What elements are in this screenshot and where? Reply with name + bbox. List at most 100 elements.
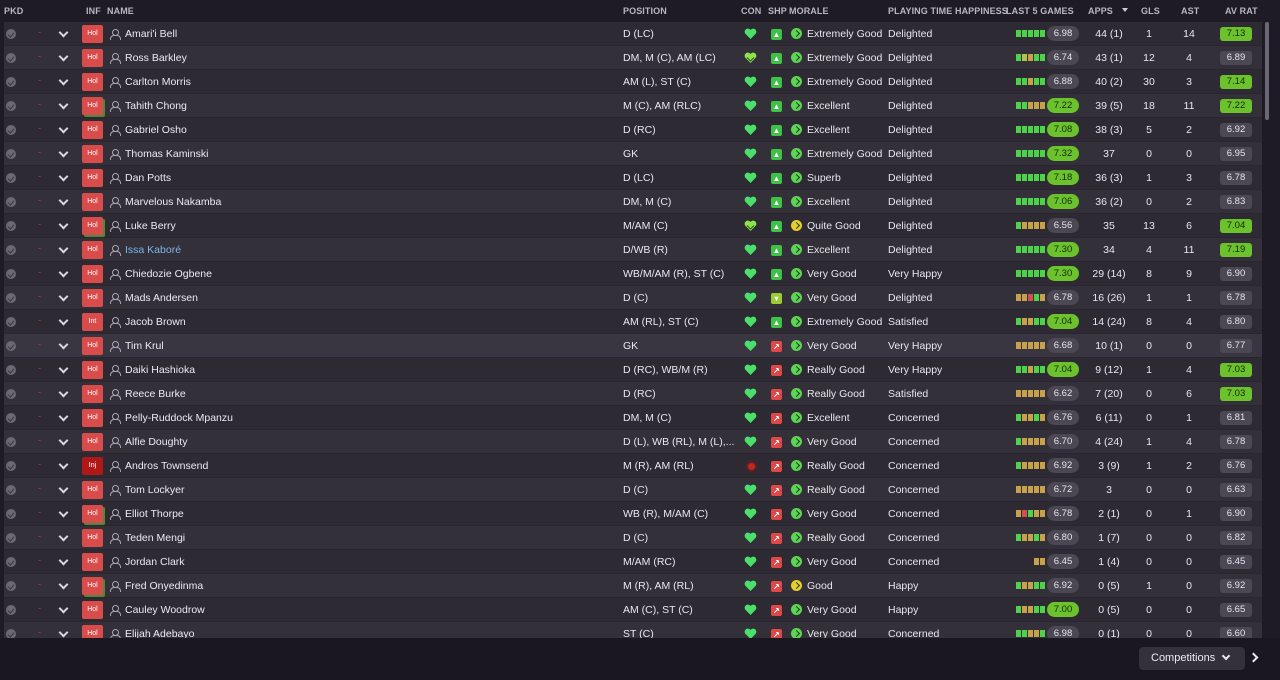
info-badge[interactable]: Hol — [82, 337, 103, 355]
pick-check-icon[interactable] — [6, 605, 16, 615]
chevron-down-icon[interactable] — [58, 339, 69, 350]
scrollbar[interactable] — [1265, 22, 1269, 120]
table-row[interactable]: - Hol Tahith Chong M (C), AM (RLC) ▲ Excellen… — [4, 94, 1262, 118]
col-inf[interactable]: INF — [86, 6, 101, 16]
player-name[interactable]: Pelly-Ruddock Mpanzu — [125, 412, 233, 424]
player-name[interactable]: Reece Burke — [125, 388, 186, 400]
pick-check-icon[interactable] — [6, 149, 16, 159]
table-row[interactable]: - Hol Mads Andersen D (C) ▾ Very Good Delighte… — [4, 286, 1262, 310]
chevron-down-icon[interactable] — [58, 147, 69, 158]
pick-check-icon[interactable] — [6, 269, 16, 279]
col-con[interactable]: CON — [741, 6, 761, 16]
pick-check-icon[interactable] — [6, 437, 16, 447]
chevron-down-icon[interactable] — [58, 363, 69, 374]
chevron-down-icon[interactable] — [58, 435, 69, 446]
table-row[interactable]: - Hol Dan Potts D (LC) ▲ Superb Delighted 7.18 3… — [4, 166, 1262, 190]
player-name[interactable]: Jordan Clark — [125, 556, 185, 568]
table-row[interactable]: - Hol Jordan Clark M/AM (RC) ↗ Very Good Conce… — [4, 550, 1262, 574]
col-morale[interactable]: MORALE — [789, 6, 829, 16]
player-name[interactable]: Daiki Hashioka — [125, 364, 195, 376]
table-row[interactable]: - Hol Elijah Adebayo ST (C) ↗ Very Good Concer… — [4, 622, 1262, 638]
info-badge[interactable]: Hol — [82, 193, 103, 211]
player-name[interactable]: Gabriel Osho — [125, 124, 187, 136]
chevron-down-icon[interactable] — [58, 75, 69, 86]
table-row[interactable]: - Hol Ross Barkley DM, M (C), AM (LC) ▲ Extre… — [4, 46, 1262, 70]
player-name[interactable]: Issa Kaboré — [125, 244, 181, 256]
table-row[interactable]: - Hol Teden Mengi D (C) ↗ Really Good Concerne… — [4, 526, 1262, 550]
info-badge[interactable]: Hol — [82, 553, 103, 571]
pick-check-icon[interactable] — [6, 245, 16, 255]
info-badge[interactable]: Hol — [82, 409, 103, 427]
pick-check-icon[interactable] — [6, 221, 16, 231]
chevron-down-icon[interactable] — [58, 51, 69, 62]
info-badge[interactable]: Hol — [82, 73, 103, 91]
player-name[interactable]: Tim Krul — [125, 340, 164, 352]
table-row[interactable]: - Hol Thomas Kaminski GK ▲ Extremely Good Deli… — [4, 142, 1262, 166]
chevron-down-icon[interactable] — [58, 267, 69, 278]
table-row[interactable]: - Hol Alfie Doughty D (L), WB (RL), M (L),.… — [4, 430, 1262, 454]
chevron-down-icon[interactable] — [58, 531, 69, 542]
table-row[interactable]: - Hol Luke Berry M/AM (C) ▲ Quite Good Delight… — [4, 214, 1262, 238]
col-pkd[interactable]: PKD — [4, 6, 23, 16]
chevron-down-icon[interactable] — [58, 171, 69, 182]
info-badge[interactable]: Hol — [82, 601, 103, 619]
col-playing-time-happiness[interactable]: PLAYING TIME HAPPINESS — [888, 6, 1008, 16]
player-name[interactable]: Alfie Doughty — [125, 436, 187, 448]
col-ast[interactable]: AST — [1181, 6, 1199, 16]
table-row[interactable]: - Hol Daiki Hashioka D (RC), WB/M (R) ↗ Reall… — [4, 358, 1262, 382]
player-name[interactable]: Teden Mengi — [125, 532, 185, 544]
chevron-down-icon[interactable] — [58, 291, 69, 302]
pick-check-icon[interactable] — [6, 197, 16, 207]
table-row[interactable]: - Hol Amari'i Bell D (LC) ▲ Extremely Good Del… — [4, 22, 1262, 46]
competitions-dropdown[interactable]: Competitions — [1139, 647, 1245, 670]
table-row[interactable]: - Hol Pelly-Ruddock Mpanzu DM, M (C) ↗ Excell… — [4, 406, 1262, 430]
pick-check-icon[interactable] — [6, 341, 16, 351]
chevron-down-icon[interactable] — [58, 627, 69, 638]
chevron-down-icon[interactable] — [58, 243, 69, 254]
table-row[interactable]: - Hol Tim Krul GK ↗ Very Good Very Happy 6.68 10… — [4, 334, 1262, 358]
info-badge[interactable]: Hol — [82, 481, 103, 499]
pick-check-icon[interactable] — [6, 509, 16, 519]
table-row[interactable]: - Hol Issa Kaboré D/WB (R) ▲ Excellent Delight… — [4, 238, 1262, 262]
chevron-down-icon[interactable] — [58, 507, 69, 518]
pick-check-icon[interactable] — [6, 629, 16, 638]
pick-check-icon[interactable] — [6, 485, 16, 495]
info-badge[interactable]: Hol — [82, 241, 103, 259]
player-name[interactable]: Elijah Adebayo — [125, 628, 194, 638]
col-gls[interactable]: GLS — [1141, 6, 1160, 16]
info-badge[interactable]: Hol — [82, 577, 103, 595]
col-last5[interactable]: LAST 5 GAMES — [1006, 6, 1074, 16]
pick-check-icon[interactable] — [6, 173, 16, 183]
pick-check-icon[interactable] — [6, 317, 16, 327]
chevron-down-icon[interactable] — [58, 315, 69, 326]
info-badge[interactable]: Hol — [82, 145, 103, 163]
player-name[interactable]: Tom Lockyer — [125, 484, 185, 496]
chevron-down-icon[interactable] — [58, 603, 69, 614]
player-name[interactable]: Chiedozie Ogbene — [125, 268, 212, 280]
chevron-down-icon[interactable] — [58, 123, 69, 134]
chevron-down-icon[interactable] — [58, 555, 69, 566]
info-badge[interactable]: Hol — [82, 361, 103, 379]
col-shp[interactable]: SHP — [768, 6, 787, 16]
player-name[interactable]: Andros Townsend — [125, 460, 208, 472]
player-name[interactable]: Jacob Brown — [125, 316, 186, 328]
col-apps[interactable]: APPS — [1088, 6, 1113, 16]
pick-check-icon[interactable] — [6, 461, 16, 471]
player-name[interactable]: Mads Andersen — [125, 292, 198, 304]
player-name[interactable]: Tahith Chong — [125, 100, 187, 112]
info-badge[interactable]: Hol — [82, 49, 103, 67]
info-badge[interactable]: Hol — [82, 97, 103, 115]
player-name[interactable]: Fred Onyedinma — [125, 580, 203, 592]
pick-check-icon[interactable] — [6, 293, 16, 303]
info-badge[interactable]: Hol — [82, 217, 103, 235]
player-name[interactable]: Dan Potts — [125, 172, 171, 184]
chevron-down-icon[interactable] — [58, 459, 69, 470]
player-name[interactable]: Amari'i Bell — [125, 28, 177, 40]
chevron-down-icon[interactable] — [58, 27, 69, 38]
sort-desc-icon[interactable] — [1122, 8, 1128, 12]
info-badge[interactable]: Hol — [82, 25, 103, 43]
player-name[interactable]: Thomas Kaminski — [125, 148, 208, 160]
table-row[interactable]: - Hol Fred Onyedinma M (R), AM (RL) ↗ Good Hap… — [4, 574, 1262, 598]
pick-check-icon[interactable] — [6, 365, 16, 375]
player-name[interactable]: Ross Barkley — [125, 52, 187, 64]
